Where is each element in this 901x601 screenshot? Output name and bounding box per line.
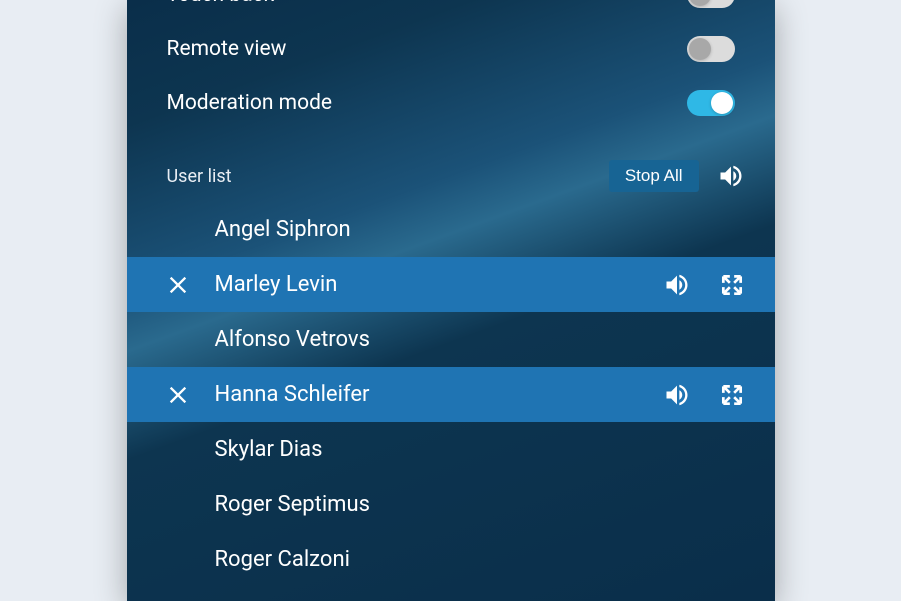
setting-row-remote-view: Remote view: [127, 22, 775, 76]
toggle-moderation-mode[interactable]: [687, 90, 735, 116]
header-controls: Stop All: [609, 160, 745, 192]
speaker-icon[interactable]: [663, 381, 691, 409]
stop-all-button[interactable]: Stop All: [609, 160, 699, 192]
settings-panel: Touch back Remote view Moderation mode U…: [127, 0, 775, 601]
user-name: Hanna Schleifer: [215, 382, 663, 407]
user-item[interactable]: Angel Siphron: [127, 202, 775, 257]
close-icon[interactable]: [167, 384, 215, 406]
close-icon[interactable]: [167, 274, 215, 296]
setting-row-touch-back: Touch back: [127, 0, 775, 22]
speaker-icon[interactable]: [663, 271, 691, 299]
toggle-touch-back[interactable]: [687, 0, 735, 8]
setting-label: Moderation mode: [167, 91, 333, 115]
user-name: Roger Septimus: [215, 492, 745, 517]
user-name: Alfonso Vetrovs: [215, 327, 745, 352]
userlist-header: User list Stop All: [127, 130, 775, 202]
user-item[interactable]: Skylar Dias: [127, 422, 775, 477]
setting-row-moderation-mode: Moderation mode: [127, 76, 775, 130]
user-name: Angel Siphron: [215, 217, 745, 242]
userlist-title: User list: [167, 166, 232, 187]
expand-icon[interactable]: [719, 272, 745, 298]
setting-label: Remote view: [167, 37, 287, 61]
speaker-icon[interactable]: [717, 162, 745, 190]
expand-icon[interactable]: [719, 382, 745, 408]
toggle-knob: [711, 92, 733, 114]
toggle-remote-view[interactable]: [687, 36, 735, 62]
setting-label: Touch back: [167, 0, 275, 7]
user-name: Marley Levin: [215, 272, 663, 297]
user-actions: [663, 381, 745, 409]
user-list: Angel Siphron Marley Levin Alfonso Vetro…: [127, 202, 775, 587]
toggle-knob: [689, 38, 711, 60]
user-item[interactable]: Roger Septimus: [127, 477, 775, 532]
user-item[interactable]: Marley Levin: [127, 257, 775, 312]
user-name: Skylar Dias: [215, 437, 745, 462]
user-actions: [663, 271, 745, 299]
user-name: Roger Calzoni: [215, 547, 745, 572]
user-item[interactable]: Alfonso Vetrovs: [127, 312, 775, 367]
user-item[interactable]: Hanna Schleifer: [127, 367, 775, 422]
user-item[interactable]: Roger Calzoni: [127, 532, 775, 587]
toggle-knob: [689, 0, 711, 6]
